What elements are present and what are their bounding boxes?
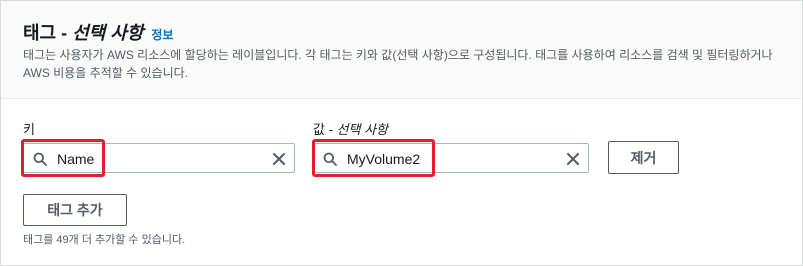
- value-input-value: MyVolume2: [347, 151, 421, 167]
- panel-header: 태그 - 선택 사항 정보 태그는 사용자가 AWS 리소스에 할당하는 레이블…: [1, 1, 802, 99]
- remove-button[interactable]: 제거: [608, 141, 679, 174]
- search-icon: [33, 152, 47, 171]
- value-input[interactable]: MyVolume2: [313, 143, 589, 173]
- clear-key-icon[interactable]: [272, 152, 286, 171]
- search-icon: [323, 152, 337, 171]
- value-label-optional: 선택 사항: [336, 122, 388, 137]
- clear-value-icon[interactable]: [566, 152, 580, 171]
- title-main: 태그: [23, 23, 57, 43]
- section-description: 태그는 사용자가 AWS 리소스에 할당하는 레이블입니다. 각 태그는 키와 …: [23, 48, 773, 80]
- title-dash: -: [56, 23, 73, 43]
- title-row: 태그 - 선택 사항 정보: [23, 19, 173, 45]
- value-label: 값 - 선택 사항: [313, 119, 388, 138]
- title-optional: 선택 사항: [72, 23, 144, 43]
- value-label-main: 값: [313, 122, 325, 137]
- tags-panel: 태그 - 선택 사항 정보 태그는 사용자가 AWS 리소스에 할당하는 레이블…: [0, 0, 803, 266]
- section-title: 태그 - 선택 사항: [23, 19, 143, 45]
- tag-limit-hint: 태그를 49개 더 추가할 수 있습니다.: [23, 234, 186, 246]
- key-input-value: Name: [57, 151, 95, 167]
- info-link[interactable]: 정보: [151, 26, 173, 43]
- add-tag-button[interactable]: 태그 추가: [23, 194, 127, 226]
- key-label: 키: [23, 122, 35, 137]
- key-input[interactable]: Name: [23, 143, 295, 173]
- value-label-dash: -: [324, 122, 337, 137]
